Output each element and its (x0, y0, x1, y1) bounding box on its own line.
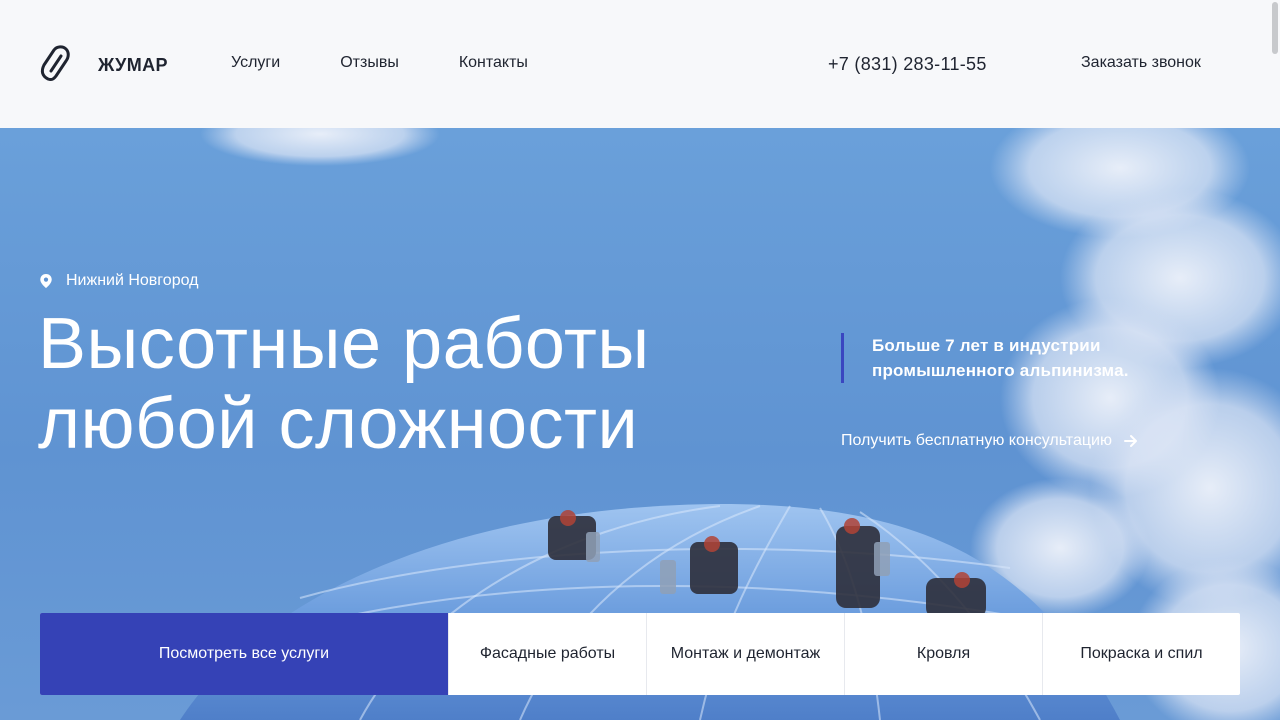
location-text: Нижний Новгород (66, 272, 199, 289)
service-tab-facade[interactable]: Фасадные работы (448, 613, 646, 695)
service-tab-painting[interactable]: Покраска и спил (1042, 613, 1240, 695)
hero-headline-line-1: Высотные работы (38, 304, 650, 384)
services-bar: Посмотреть все услуги Фасадные работы Мо… (40, 613, 1240, 695)
free-consultation-label: Получить бесплатную консультацию (841, 432, 1112, 449)
service-tab-roofing[interactable]: Кровля (844, 613, 1042, 695)
nav-item-contacts[interactable]: Контакты (459, 54, 528, 72)
experience-line-1: Больше 7 лет в индустрии (872, 336, 1101, 355)
experience-line-2: промышленного альпинизма. (872, 361, 1129, 380)
map-pin-icon (40, 274, 52, 288)
nav-item-reviews[interactable]: Отзывы (340, 54, 399, 72)
phone-link[interactable]: +7 (831) 283-11-55 (828, 54, 987, 75)
service-tab-mounting[interactable]: Монтаж и демонтаж (646, 613, 844, 695)
hero-headline-line-2: любой сложности (38, 384, 639, 464)
scrollbar-thumb[interactable] (1272, 2, 1278, 54)
hero-headline: Высотные работы любой сложности (38, 304, 650, 464)
order-call-link[interactable]: Заказать звонок (1081, 54, 1201, 72)
main-nav: Услуги Отзывы Контакты (231, 54, 528, 72)
nav-item-services[interactable]: Услуги (231, 54, 280, 72)
free-consultation-link[interactable]: Получить бесплатную консультацию (841, 432, 1138, 450)
hero-section: Нижний Новгород Высотные работы любой сл… (0, 128, 1280, 720)
brand-name: ЖУМАР (98, 54, 168, 75)
logo-link[interactable]: ЖУМАР (38, 45, 168, 83)
experience-callout: Больше 7 лет в индустрии промышленного а… (841, 333, 1171, 383)
arrow-right-icon (1123, 435, 1137, 447)
location: Нижний Новгород (40, 272, 198, 290)
site-header: ЖУМАР Услуги Отзывы Контакты +7 (831) 28… (0, 0, 1280, 128)
view-all-services-button[interactable]: Посмотреть все услуги (40, 613, 448, 695)
carabiner-icon (40, 45, 70, 82)
